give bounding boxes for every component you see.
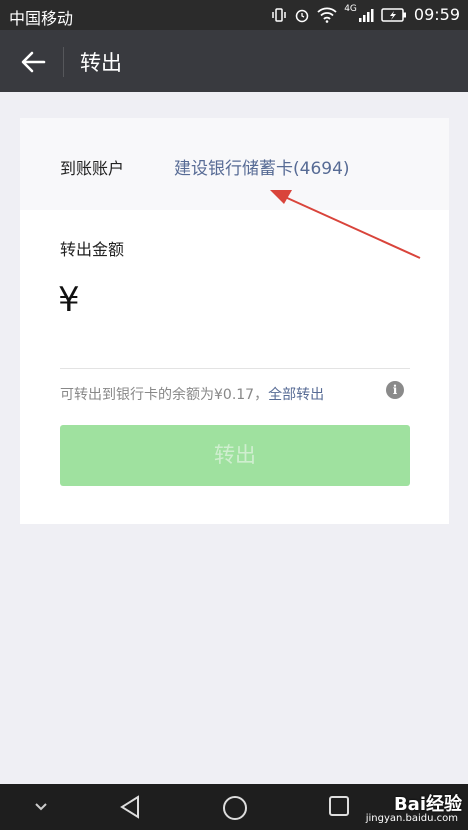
confirm-withdraw-button[interactable]: 转出 [60, 425, 410, 486]
back-triangle-icon[interactable] [118, 795, 144, 819]
amount-underline [60, 368, 410, 369]
account-selector[interactable]: 建设银行储蓄卡(4694) [174, 154, 350, 179]
info-icon[interactable]: i [386, 381, 404, 399]
signal-icon [358, 8, 374, 22]
vibrate-icon [272, 7, 286, 22]
account-label: 到账账户 [60, 159, 125, 178]
account-row[interactable]: 到账账户 建设银行储蓄卡(4694) [20, 118, 449, 210]
home-circle-icon[interactable] [222, 795, 248, 821]
battery-icon [381, 7, 406, 22]
amount-input[interactable] [100, 278, 404, 324]
withdraw-all-link[interactable]: 全部转出 [268, 387, 324, 403]
page-title: 转出 [80, 51, 122, 75]
clock: 09:59 [413, 5, 460, 24]
balance-text: 可转出到银行卡的余额为¥0.17， [60, 387, 269, 403]
chevron-down-icon[interactable] [32, 795, 50, 819]
balance-hint: 可转出到银行卡的余额为¥0.17，全部转出 [60, 384, 324, 404]
status-icons: 4G 09:59 [271, 3, 460, 24]
watermark-url: jingyan.baidu.com [365, 813, 458, 824]
wifi-icon [317, 7, 337, 23]
title-divider [63, 47, 64, 77]
recent-apps-icon[interactable] [328, 795, 350, 817]
withdraw-card: 到账账户 建设银行储蓄卡(4694) 转出金额 ¥ 可转出到银行卡的余额为¥0.… [20, 118, 449, 524]
alarm-icon [295, 9, 309, 22]
network-type: 4G [344, 3, 357, 14]
carrier-name: 中国移动 [9, 9, 74, 28]
amount-label: 转出金额 [60, 240, 125, 259]
status-bar: 中国移动 4G 09:59 [0, 0, 468, 30]
back-arrow-icon[interactable] [20, 49, 46, 75]
title-bar: 转出 [0, 30, 468, 92]
currency-symbol: ¥ [58, 280, 80, 320]
